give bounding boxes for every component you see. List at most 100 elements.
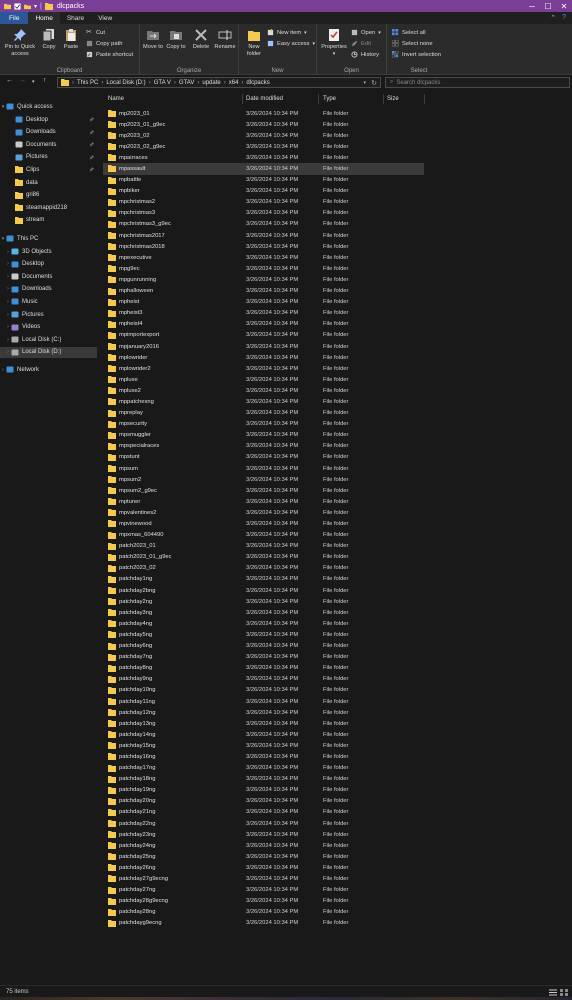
tab-share[interactable]: Share	[60, 12, 91, 24]
nav-network[interactable]: › Network	[0, 364, 39, 375]
history-button[interactable]: History	[351, 51, 379, 58]
file-row[interactable]: mpheist 3/26/2024 10:34 PM File folder	[103, 297, 424, 308]
file-row[interactable]: patchday17ng 3/26/2024 10:34 PM File folde…	[103, 763, 424, 774]
nav-item-documents[interactable]: › Documents	[0, 271, 52, 282]
breadcrumb-x64[interactable]: x64	[229, 80, 239, 86]
new-folder-button[interactable]: New folder	[243, 28, 265, 57]
nav-item-clips[interactable]: Clips 📌	[0, 164, 94, 175]
refresh-icon[interactable]: ↻	[371, 79, 377, 87]
file-row[interactable]: patchday10ng 3/26/2024 10:34 PM File folde…	[103, 685, 424, 696]
file-row[interactable]: patchday24ng 3/26/2024 10:34 PM File folde…	[103, 840, 424, 851]
nav-item-steamappid218[interactable]: steamappid218	[0, 202, 67, 213]
breadcrumb-dlcpacks[interactable]: dlcpacks	[246, 80, 269, 86]
cut-button[interactable]: ✂ Cut	[86, 29, 105, 36]
column-header-size[interactable]: Size	[387, 93, 399, 105]
nav-item-local-disk-d-[interactable]: › Local Disk (D:)	[0, 346, 97, 358]
file-row[interactable]: mplowrider2 3/26/2024 10:34 PM File folder	[103, 363, 424, 374]
paste-shortcut-button[interactable]: Paste shortcut	[86, 51, 133, 58]
file-row[interactable]: mpchristmas2017 3/26/2024 10:34 PM File fo…	[103, 230, 424, 241]
breadcrumb-gta-v[interactable]: GTA V	[154, 80, 171, 86]
customize-toolbar-icon[interactable]: ▾	[34, 3, 37, 10]
file-row[interactable]: mpimportexport 3/26/2024 10:34 PM File fol…	[103, 330, 424, 341]
file-row[interactable]: mphalloween 3/26/2024 10:34 PM File folder	[103, 286, 424, 297]
file-row[interactable]: mpsum 3/26/2024 10:34 PM File folder	[103, 463, 424, 474]
address-bar[interactable]: › This PC › Local Disk (D:) › GTA V › GT…	[57, 77, 381, 88]
recent-locations-button[interactable]: ▾	[32, 79, 35, 85]
file-row[interactable]: patchday22ng 3/26/2024 10:34 PM File folde…	[103, 818, 424, 829]
file-row[interactable]: patchday13ng 3/26/2024 10:34 PM File folde…	[103, 718, 424, 729]
file-row[interactable]: mp2023_01 3/26/2024 10:34 PM File folder	[103, 108, 424, 119]
properties-check-icon[interactable]	[14, 2, 21, 10]
large-icons-view-icon[interactable]	[560, 989, 568, 996]
file-row[interactable]: mpairraces 3/26/2024 10:34 PM File folder	[103, 152, 424, 163]
file-row[interactable]: patchday4ng 3/26/2024 10:34 PM File folder	[103, 618, 424, 629]
select-all-button[interactable]: Select all	[392, 29, 426, 36]
file-row[interactable]: mpreplay 3/26/2024 10:34 PM File folder	[103, 408, 424, 419]
nav-item-documents[interactable]: Documents 📌	[0, 139, 94, 150]
file-row[interactable]: mpspecialraces 3/26/2024 10:34 PM File fol…	[103, 441, 424, 452]
file-row[interactable]: patchday27g9ecng 3/26/2024 10:34 PM File f…	[103, 873, 424, 884]
file-row[interactable]: mpchristmas2018 3/26/2024 10:34 PM File fo…	[103, 241, 424, 252]
new-item-button[interactable]: New item ▾	[267, 29, 307, 36]
file-row[interactable]: mplowrider 3/26/2024 10:34 PM File folder	[103, 352, 424, 363]
nav-item-desktop[interactable]: › Desktop	[0, 259, 44, 270]
file-row[interactable]: mpbiker 3/26/2024 10:34 PM File folder	[103, 186, 424, 197]
collapse-ribbon-icon[interactable]: ⌃	[550, 14, 556, 22]
copy-path-button[interactable]: Copy path	[86, 40, 122, 47]
file-row[interactable]: patchday20ng 3/26/2024 10:34 PM File folde…	[103, 796, 424, 807]
rename-button[interactable]: Rename	[214, 28, 236, 51]
file-row[interactable]: patchday25ng 3/26/2024 10:34 PM File folde…	[103, 851, 424, 862]
breadcrumb-local-disk-d[interactable]: Local Disk (D:)	[106, 80, 145, 86]
invert-selection-button[interactable]: Invert selection	[392, 51, 441, 58]
file-row[interactable]: mpgunrunning 3/26/2024 10:34 PM File folde…	[103, 274, 424, 285]
file-row[interactable]: patchday2bng 3/26/2024 10:34 PM File folde…	[103, 585, 424, 596]
file-row[interactable]: patchday26ng 3/26/2024 10:34 PM File folde…	[103, 862, 424, 873]
nav-item-data[interactable]: data	[0, 177, 38, 188]
file-row[interactable]: mpbattle 3/26/2024 10:34 PM File folder	[103, 175, 424, 186]
file-row[interactable]: mpchristmas2 3/26/2024 10:34 PM File folde…	[103, 197, 424, 208]
up-button[interactable]: ↑	[43, 77, 47, 84]
breadcrumb-update[interactable]: update	[202, 80, 220, 86]
nav-item-desktop[interactable]: Desktop 📌	[0, 114, 94, 125]
file-row[interactable]: mptuner 3/26/2024 10:34 PM File folder	[103, 496, 424, 507]
column-header-date-modified[interactable]: Date modified	[246, 93, 283, 105]
maximize-button[interactable]: ☐	[540, 0, 556, 12]
tab-home[interactable]: Home	[28, 12, 60, 24]
file-row[interactable]: mpchristmas3 3/26/2024 10:34 PM File folde…	[103, 208, 424, 219]
file-row[interactable]: mppatchesng 3/26/2024 10:34 PM File folder	[103, 396, 424, 407]
open-button[interactable]: Open ▾	[351, 29, 381, 36]
file-row[interactable]: patchday8ng 3/26/2024 10:34 PM File folder	[103, 663, 424, 674]
file-row[interactable]: mp2023_01_g9ec 3/26/2024 10:34 PM File fol…	[103, 119, 424, 130]
forward-button[interactable]: →	[19, 77, 26, 84]
new-folder-icon[interactable]	[24, 3, 31, 10]
file-row[interactable]: patchday27ng 3/26/2024 10:34 PM File folde…	[103, 885, 424, 896]
tab-file[interactable]: File	[0, 12, 29, 24]
address-dropdown-icon[interactable]: ▾	[363, 80, 366, 86]
file-row[interactable]: patchday21ng 3/26/2024 10:34 PM File folde…	[103, 807, 424, 818]
file-row[interactable]: mpg9ec 3/26/2024 10:34 PM File folder	[103, 263, 424, 274]
file-row[interactable]: patchday9ng 3/26/2024 10:34 PM File folder	[103, 674, 424, 685]
edit-button[interactable]: Edit	[351, 40, 371, 47]
file-row[interactable]: mpsmuggler 3/26/2024 10:34 PM File folder	[103, 430, 424, 441]
nav-item-music[interactable]: › Music	[0, 296, 38, 307]
file-row[interactable]: patchday19ng 3/26/2024 10:34 PM File folde…	[103, 785, 424, 796]
back-button[interactable]: ←	[6, 77, 13, 84]
file-row[interactable]: mpsum2 3/26/2024 10:34 PM File folder	[103, 474, 424, 485]
nav-this-pc[interactable]: ▾ This PC	[0, 233, 38, 244]
move-to-button[interactable]: Move to	[142, 28, 164, 51]
nav-item-downloads[interactable]: › Downloads	[0, 284, 52, 295]
file-row[interactable]: patchday3ng 3/26/2024 10:34 PM File folder	[103, 607, 424, 618]
column-header-type[interactable]: Type	[323, 93, 336, 105]
file-row[interactable]: mpsum2_g9ec 3/26/2024 10:34 PM File folder	[103, 485, 424, 496]
file-row[interactable]: mpheist3 3/26/2024 10:34 PM File folder	[103, 308, 424, 319]
nav-item-3d-objects[interactable]: › 3D Objects	[0, 246, 52, 257]
select-none-button[interactable]: Select none	[392, 40, 433, 47]
file-row[interactable]: mpjanuary2016 3/26/2024 10:34 PM File fold…	[103, 341, 424, 352]
file-row[interactable]: mpstunt 3/26/2024 10:34 PM File folder	[103, 452, 424, 463]
nav-item-pictures[interactable]: Pictures 📌	[0, 152, 94, 163]
nav-item-pictures[interactable]: › Pictures	[0, 309, 44, 320]
nav-item-stream[interactable]: stream	[0, 215, 44, 226]
file-row[interactable]: mpsecurity 3/26/2024 10:34 PM File folder	[103, 419, 424, 430]
copy-button[interactable]: Copy	[40, 28, 58, 51]
file-row[interactable]: patchday12ng 3/26/2024 10:34 PM File folde…	[103, 707, 424, 718]
